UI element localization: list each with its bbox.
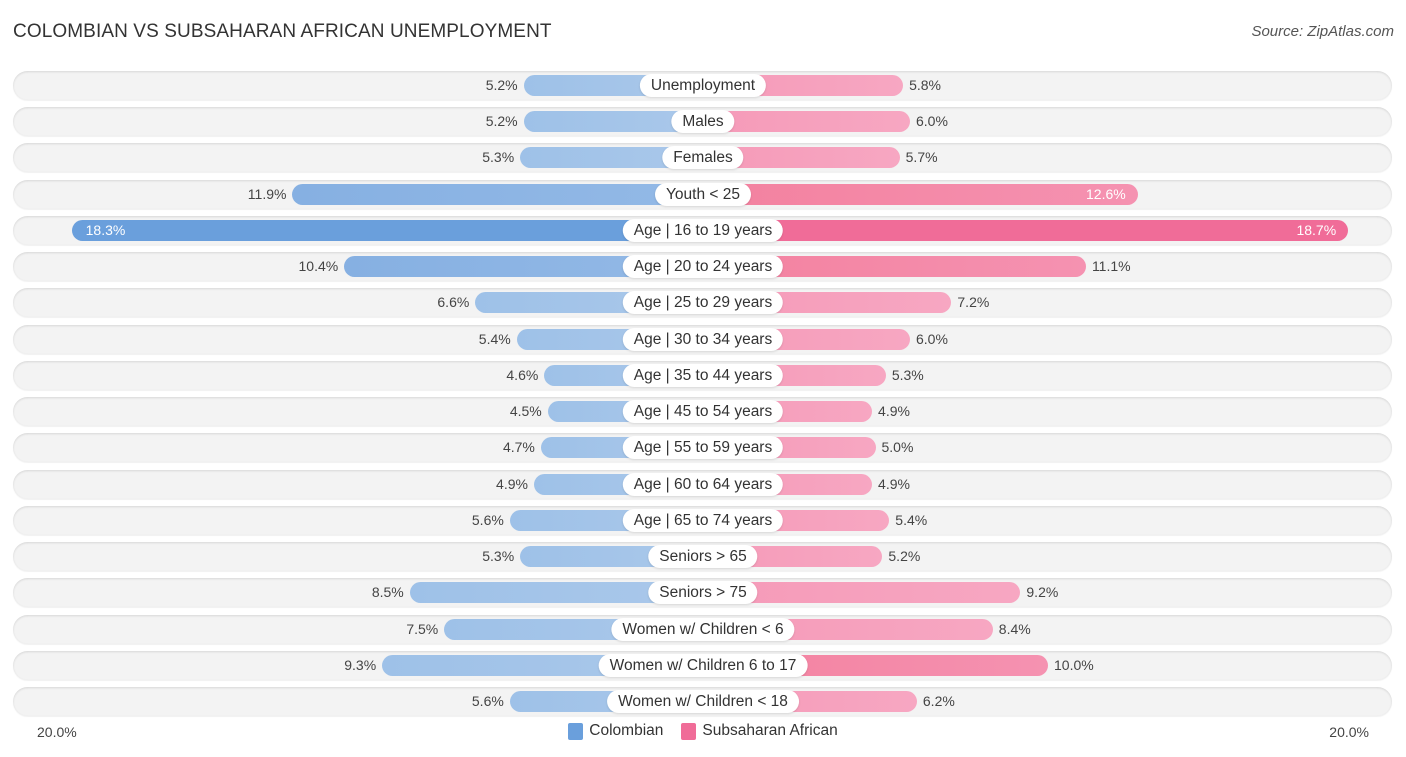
value-label-subsaharan-african: 12.6% (1086, 185, 1126, 202)
category-label: Age | 20 to 24 years (622, 255, 784, 279)
value-label-subsaharan-african: 6.2% (922, 693, 955, 710)
chart-area: 5.2% 5.8% Unemployment 5.2% 6.0% Males 5.3% 5.7… (0, 0, 1406, 757)
category-label: Age | 45 to 54 years (622, 400, 784, 424)
category-label: Males (671, 110, 735, 134)
legend-label-colombian: Colombian (589, 722, 664, 739)
category-label: Unemployment (639, 74, 767, 97)
legend-item-subsaharan-african[interactable]: Subsaharan African (681, 722, 838, 740)
category-label: Females (662, 146, 744, 170)
value-label-colombian: 4.5% (509, 403, 542, 420)
value-label-colombian: 6.6% (437, 294, 470, 311)
legend-item-colombian[interactable]: Colombian (568, 722, 663, 740)
category-label: Women w/ Children < 18 (607, 690, 799, 714)
value-label-subsaharan-african: 10.0% (1054, 656, 1094, 673)
value-label-colombian: 5.3% (482, 149, 515, 166)
legend: Colombian Subsaharan African (0, 722, 1406, 740)
value-label-colombian: 10.4% (298, 258, 339, 275)
legend-swatch-subsaharan-african (681, 722, 697, 740)
value-label-subsaharan-african: 6.0% (916, 113, 948, 130)
value-label-subsaharan-african: 5.4% (895, 511, 928, 528)
category-label: Age | 35 to 44 years (622, 363, 784, 387)
value-label-colombian: 7.5% (406, 620, 439, 637)
value-label-colombian: 4.7% (502, 439, 535, 456)
value-label-subsaharan-african: 5.0% (881, 439, 914, 456)
bar-colombian[interactable] (292, 183, 703, 205)
value-label-subsaharan-african: 5.3% (891, 366, 924, 383)
bar-subsaharan-african[interactable] (703, 219, 1349, 241)
category-label: Age | 16 to 19 years (622, 218, 784, 242)
value-label-subsaharan-african: 4.9% (878, 475, 910, 492)
category-label: Seniors > 65 (648, 545, 758, 569)
value-label-subsaharan-african: 4.9% (878, 403, 910, 420)
value-label-subsaharan-african: 18.7% (1296, 221, 1337, 238)
category-label: Women w/ Children < 6 (611, 617, 795, 641)
value-label-colombian: 4.6% (506, 366, 539, 383)
category-label: Age | 60 to 64 years (622, 472, 784, 496)
value-label-colombian: 8.5% (371, 584, 404, 601)
value-label-colombian: 5.2% (485, 77, 518, 93)
value-label-colombian: 4.9% (496, 475, 528, 492)
category-label: Women w/ Children 6 to 17 (598, 653, 808, 677)
value-label-subsaharan-african: 11.1% (1091, 258, 1131, 275)
value-label-colombian: 9.3% (344, 656, 377, 673)
bar-colombian[interactable] (71, 219, 703, 241)
value-label-subsaharan-african: 8.4% (998, 620, 1031, 637)
value-label-subsaharan-african: 6.0% (916, 330, 948, 347)
value-label-colombian: 5.4% (478, 330, 511, 347)
value-label-colombian: 11.9% (247, 185, 287, 202)
value-label-subsaharan-african: 5.2% (888, 548, 921, 565)
legend-label-subsaharan-african: Subsaharan African (702, 722, 838, 739)
category-label: Age | 65 to 74 years (622, 508, 784, 532)
value-label-colombian: 5.6% (471, 693, 504, 710)
value-label-colombian: 18.3% (85, 221, 126, 238)
category-label: Age | 25 to 29 years (622, 291, 784, 315)
legend-swatch-colombian (568, 722, 584, 740)
category-label: Age | 30 to 34 years (622, 327, 784, 351)
value-label-subsaharan-african: 5.7% (905, 149, 938, 166)
category-label: Age | 55 to 59 years (622, 436, 784, 460)
category-label: Youth < 25 (655, 182, 751, 206)
value-label-subsaharan-african: 5.8% (909, 77, 942, 93)
category-label: Seniors > 75 (648, 581, 758, 605)
value-label-subsaharan-african: 9.2% (1026, 584, 1059, 601)
value-label-colombian: 5.2% (485, 113, 518, 130)
bar-subsaharan-african[interactable] (703, 183, 1138, 205)
value-label-subsaharan-african: 7.2% (957, 294, 990, 311)
value-label-colombian: 5.3% (482, 548, 515, 565)
value-label-colombian: 5.6% (471, 511, 504, 528)
